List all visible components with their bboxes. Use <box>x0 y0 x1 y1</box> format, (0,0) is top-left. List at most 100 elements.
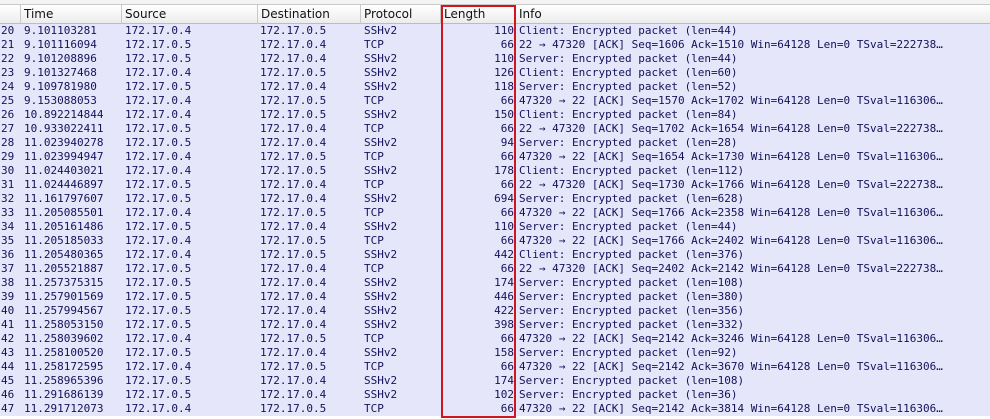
packet-no: 45 <box>1 374 15 387</box>
packet-row[interactable]: 31 11.024446897 172.17.0.5 172.17.0.4 TCP 66 2… <box>0 178 990 192</box>
packet-row[interactable]: 29 11.023994947 172.17.0.4 172.17.0.5 TCP 66 4… <box>0 150 990 164</box>
packet-row[interactable]: 37 11.205521887 172.17.0.5 172.17.0.4 TCP 66 2… <box>0 262 990 276</box>
packet-info: Server: Encrypted packet (len=92) <box>519 346 738 359</box>
packet-length: 158 <box>494 346 514 359</box>
packet-length: 398 <box>494 318 514 331</box>
packet-info: Server: Encrypted packet (len=356) <box>519 304 745 317</box>
packet-time: 11.258172595 <box>24 360 104 373</box>
packet-no: 35 <box>1 234 15 247</box>
packet-source: 172.17.0.4 <box>125 248 192 261</box>
packet-source: 172.17.0.4 <box>125 402 192 415</box>
packet-time: 11.257375315 <box>24 276 104 289</box>
column-header-protocol[interactable]: Protocol <box>361 5 441 24</box>
packet-row[interactable]: 34 11.205161486 172.17.0.5 172.17.0.4 SSHv2 1… <box>0 220 990 234</box>
packet-no: 21 <box>1 38 15 51</box>
packet-no: 42 <box>1 332 15 345</box>
packet-source: 172.17.0.4 <box>125 66 192 79</box>
packet-length: 150 <box>494 108 514 121</box>
packet-source: 172.17.0.5 <box>125 192 192 205</box>
packet-source: 172.17.0.5 <box>125 80 192 93</box>
packet-row[interactable]: 46 11.291686139 172.17.0.5 172.17.0.4 SSHv2 1… <box>0 388 990 402</box>
packet-protocol: SSHv2 <box>364 164 398 177</box>
packet-info: Server: Encrypted packet (len=108) <box>519 276 745 289</box>
packet-info: Client: Encrypted packet (len=376) <box>519 248 745 261</box>
packet-protocol: TCP <box>364 38 384 51</box>
packet-destination: 172.17.0.5 <box>260 248 327 261</box>
packet-time: 11.024403021 <box>24 164 104 177</box>
column-header-source[interactable]: Source <box>122 5 258 24</box>
packet-row[interactable]: 45 11.258965396 172.17.0.5 172.17.0.4 SSHv2 1… <box>0 374 990 388</box>
column-header-no[interactable] <box>0 5 21 24</box>
packet-destination: 172.17.0.4 <box>260 346 327 359</box>
packet-length: 126 <box>494 66 514 79</box>
packet-row[interactable]: 30 11.024403021 172.17.0.4 172.17.0.5 SSHv2 1… <box>0 164 990 178</box>
packet-protocol: TCP <box>364 262 384 275</box>
packet-time: 10.892214844 <box>24 108 104 121</box>
packet-time: 11.258965396 <box>24 374 104 387</box>
packet-row[interactable]: 24 9.109781980 172.17.0.5 172.17.0.4 SSHv2 11… <box>0 80 990 94</box>
packet-protocol: TCP <box>364 332 384 345</box>
packet-length: 422 <box>494 304 514 317</box>
packet-protocol: TCP <box>364 234 384 247</box>
packet-length: 66 <box>500 402 514 415</box>
packet-row[interactable]: 22 9.101208896 172.17.0.5 172.17.0.4 SSHv2 11… <box>0 52 990 66</box>
packet-protocol: TCP <box>364 206 384 219</box>
packet-row[interactable]: 44 11.258172595 172.17.0.4 172.17.0.5 TCP 66 4… <box>0 360 990 374</box>
packet-protocol: SSHv2 <box>364 136 398 149</box>
packet-length: 110 <box>494 52 514 65</box>
packet-destination: 172.17.0.4 <box>260 220 327 233</box>
packet-info: Server: Encrypted packet (len=108) <box>519 374 745 387</box>
packet-row[interactable]: 39 11.257901569 172.17.0.5 172.17.0.4 SSHv2 4… <box>0 290 990 304</box>
packet-length: 66 <box>500 206 514 219</box>
packet-no: 43 <box>1 346 15 359</box>
packet-time: 11.257901569 <box>24 290 104 303</box>
packet-row[interactable]: 33 11.205085501 172.17.0.4 172.17.0.5 TCP 66 4… <box>0 206 990 220</box>
packet-row[interactable]: 47 11.291712073 172.17.0.4 172.17.0.5 TCP 66 4… <box>0 402 990 416</box>
column-header-info[interactable]: Info <box>516 5 990 24</box>
column-header-length[interactable]: Length <box>441 5 516 24</box>
packet-info: 22 → 47320 [ACK] Seq=1702 Ack=1654 Win=6… <box>519 122 943 135</box>
packet-time: 11.257994567 <box>24 304 104 317</box>
packet-source: 172.17.0.5 <box>125 374 192 387</box>
packet-source: 172.17.0.5 <box>125 38 192 51</box>
packet-row[interactable]: 23 9.101327468 172.17.0.4 172.17.0.5 SSHv2 12… <box>0 66 990 80</box>
packet-time: 11.205085501 <box>24 206 104 219</box>
packet-row[interactable]: 32 11.161797607 172.17.0.5 172.17.0.4 SSHv2 6… <box>0 192 990 206</box>
packet-row[interactable]: 42 11.258039602 172.17.0.4 172.17.0.5 TCP 66 4… <box>0 332 990 346</box>
packet-row[interactable]: 41 11.258053150 172.17.0.5 172.17.0.4 SSHv2 3… <box>0 318 990 332</box>
packet-length: 178 <box>494 164 514 177</box>
packet-row[interactable]: 36 11.205480365 172.17.0.4 172.17.0.5 SSHv2 4… <box>0 248 990 262</box>
packet-source: 172.17.0.5 <box>125 388 192 401</box>
packet-protocol: SSHv2 <box>364 388 398 401</box>
packet-no: 25 <box>1 94 15 107</box>
packet-list-header: Time Source Destination Protocol Length … <box>0 5 990 24</box>
packet-time: 9.101327468 <box>24 66 97 79</box>
packet-info: 47320 → 22 [ACK] Seq=2142 Ack=3670 Win=6… <box>519 360 943 373</box>
packet-row[interactable]: 43 11.258100520 172.17.0.5 172.17.0.4 SSHv2 1… <box>0 346 990 360</box>
packet-row[interactable]: 20 9.101103281 172.17.0.4 172.17.0.5 SSHv2 11… <box>0 24 990 38</box>
packet-row[interactable]: 40 11.257994567 172.17.0.5 172.17.0.4 SSHv2 4… <box>0 304 990 318</box>
packet-time: 11.161797607 <box>24 192 104 205</box>
packet-destination: 172.17.0.4 <box>260 80 327 93</box>
packet-protocol: TCP <box>364 150 384 163</box>
packet-row[interactable]: 38 11.257375315 172.17.0.5 172.17.0.4 SSHv2 1… <box>0 276 990 290</box>
packet-row[interactable]: 27 10.933022411 172.17.0.5 172.17.0.4 TCP 66 2… <box>0 122 990 136</box>
packet-no: 46 <box>1 388 15 401</box>
packet-source: 172.17.0.5 <box>125 122 192 135</box>
packet-info: Server: Encrypted packet (len=52) <box>519 80 738 93</box>
column-header-destination[interactable]: Destination <box>258 5 361 24</box>
column-header-time[interactable]: Time <box>21 5 122 24</box>
packet-length: 118 <box>494 80 514 93</box>
packet-no: 22 <box>1 52 15 65</box>
packet-no: 33 <box>1 206 15 219</box>
packet-time: 11.023940278 <box>24 136 104 149</box>
packet-source: 172.17.0.5 <box>125 290 192 303</box>
packet-row[interactable]: 28 11.023940278 172.17.0.5 172.17.0.4 SSHv2 9… <box>0 136 990 150</box>
packet-info: 47320 → 22 [ACK] Seq=1570 Ack=1702 Win=6… <box>519 94 943 107</box>
packet-info: 47320 → 22 [ACK] Seq=1766 Ack=2358 Win=6… <box>519 206 943 219</box>
packet-row[interactable]: 35 11.205185033 172.17.0.4 172.17.0.5 TCP 66 4… <box>0 234 990 248</box>
packet-row[interactable]: 25 9.153088053 172.17.0.4 172.17.0.5 TCP 66 47… <box>0 94 990 108</box>
packet-row[interactable]: 21 9.101116094 172.17.0.5 172.17.0.4 TCP 66 22… <box>0 38 990 52</box>
packet-length: 66 <box>500 38 514 51</box>
packet-row[interactable]: 26 10.892214844 172.17.0.4 172.17.0.5 SSHv2 1… <box>0 108 990 122</box>
